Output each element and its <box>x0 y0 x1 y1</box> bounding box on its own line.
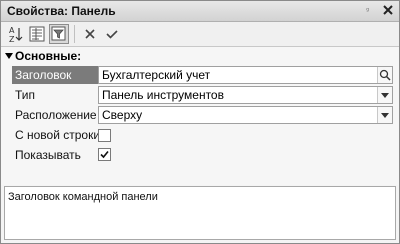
checkmark-icon <box>100 150 109 159</box>
title-bar: Свойства: Панель ᵍ <box>1 1 399 22</box>
property-label-title[interactable]: Заголовок <box>12 66 99 84</box>
sort-alphabetical-button[interactable]: A Z <box>5 24 25 44</box>
svg-text:A: A <box>9 26 15 35</box>
filter-icon <box>51 26 66 41</box>
apply-button[interactable] <box>102 24 122 44</box>
check-icon <box>106 30 118 39</box>
position-value: Сверху <box>102 108 143 122</box>
pin-icon[interactable]: ᵍ <box>365 4 375 16</box>
section-header[interactable]: Основные: <box>5 49 81 63</box>
position-dropdown[interactable]: Сверху <box>98 106 393 124</box>
section-title: Основные: <box>15 49 82 63</box>
collapse-triangle-icon[interactable] <box>5 53 13 59</box>
filter-button[interactable] <box>49 24 69 44</box>
properties-window: Свойства: Панель ᵍ A Z Основные: Заголов… <box>0 0 400 244</box>
visible-checkbox[interactable] <box>98 148 111 161</box>
property-grid: Основные: Заголовок Бухгалтерский учет Т… <box>1 47 399 185</box>
toolbar-separator <box>74 25 75 43</box>
x-icon <box>85 29 95 39</box>
window-title: Свойства: Панель <box>7 4 116 18</box>
description-panel: Заголовок командной панели <box>4 186 396 240</box>
clear-button[interactable] <box>80 24 100 44</box>
title-input[interactable]: Бухгалтерский учет <box>98 66 393 84</box>
property-label-position: Расположение <box>15 108 97 122</box>
property-label-type: Тип <box>15 88 36 102</box>
type-dropdown-button[interactable] <box>377 87 392 103</box>
new-line-checkbox[interactable] <box>98 129 111 142</box>
chevron-down-icon <box>381 93 389 98</box>
property-label-visible: Показывать <box>15 148 81 162</box>
svg-text:ᵍ: ᵍ <box>366 6 369 15</box>
property-label-new-line: С новой строки <box>15 128 101 142</box>
categories-button[interactable] <box>27 24 47 44</box>
svg-text:Z: Z <box>9 35 15 44</box>
toolbar: A Z <box>1 22 399 47</box>
chevron-down-icon <box>381 113 389 118</box>
title-value: Бухгалтерский учет <box>102 68 211 82</box>
type-value: Панель инструментов <box>102 88 224 102</box>
search-button[interactable] <box>377 67 392 83</box>
type-dropdown[interactable]: Панель инструментов <box>98 86 393 104</box>
sort-az-icon: A Z <box>9 26 23 44</box>
position-dropdown-button[interactable] <box>377 107 392 123</box>
search-icon <box>379 69 391 81</box>
close-window-button[interactable] <box>381 3 395 17</box>
description-text: Заголовок командной панели <box>8 191 158 203</box>
categories-icon <box>29 26 45 42</box>
close-icon <box>383 5 393 15</box>
